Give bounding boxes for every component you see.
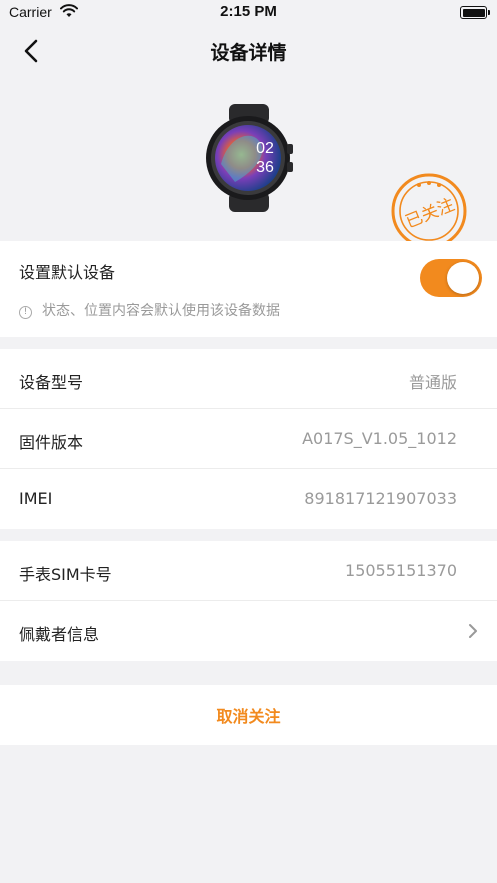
clock: 2:15 PM <box>220 3 277 20</box>
device-header: 02 36 已关注 <box>0 76 497 249</box>
default-device-toggle[interactable] <box>420 259 482 297</box>
chevron-right-icon <box>469 624 477 638</box>
wearer-info-label: 佩戴者信息 <box>19 625 100 644</box>
watch-hour: 02 <box>256 140 274 157</box>
cancel-follow-card: 取消关注 <box>0 685 497 745</box>
model-label: 设备型号 <box>19 373 84 392</box>
status-bar: Carrier 2:15 PM <box>0 0 497 26</box>
default-device-label: 设置默认设备 <box>19 263 116 282</box>
model-value: 普通版 <box>408 373 457 392</box>
stamp-text: 已关注 <box>403 195 458 233</box>
wearer-info-row[interactable]: 佩戴者信息 <box>0 601 497 661</box>
info-row-model: 设备型号 普通版 <box>0 349 497 409</box>
info-row-imei: IMEI 891817121907033 <box>0 469 497 529</box>
smartwatch-image: 02 36 <box>206 104 293 212</box>
page-title: 设备详情 <box>210 42 287 64</box>
device-info-card: 设备型号 普通版 固件版本 A017S_V1.05_1012 IMEI 8918… <box>0 349 497 529</box>
default-device-hint: ! 状态、位置内容会默认使用该设备数据 <box>19 300 280 320</box>
nav-bar: 设备详情 <box>0 26 497 76</box>
firmware-label: 固件版本 <box>19 433 84 452</box>
sim-card: 手表SIM卡号 15055151370 佩戴者信息 <box>0 541 497 661</box>
cancel-follow-button[interactable]: 取消关注 <box>0 703 497 727</box>
sim-label: 手表SIM卡号 <box>19 565 112 584</box>
sim-value: 15055151370 <box>345 561 457 580</box>
info-row-firmware: 固件版本 A017S_V1.05_1012 <box>0 409 497 469</box>
hint-text: 状态、位置内容会默认使用该设备数据 <box>42 303 280 319</box>
toggle-knob <box>447 262 479 294</box>
firmware-value: A017S_V1.05_1012 <box>302 429 457 448</box>
imei-value: 891817121907033 <box>304 489 457 508</box>
info-icon: ! <box>19 306 32 319</box>
sim-row[interactable]: 手表SIM卡号 15055151370 <box>0 541 497 601</box>
battery-icon <box>460 6 490 19</box>
followed-stamp: 已关注 <box>391 173 467 249</box>
imei-label: IMEI <box>19 489 53 508</box>
default-device-card: 设置默认设备 ! 状态、位置内容会默认使用该设备数据 <box>0 241 497 337</box>
watch-minute: 36 <box>256 159 274 176</box>
